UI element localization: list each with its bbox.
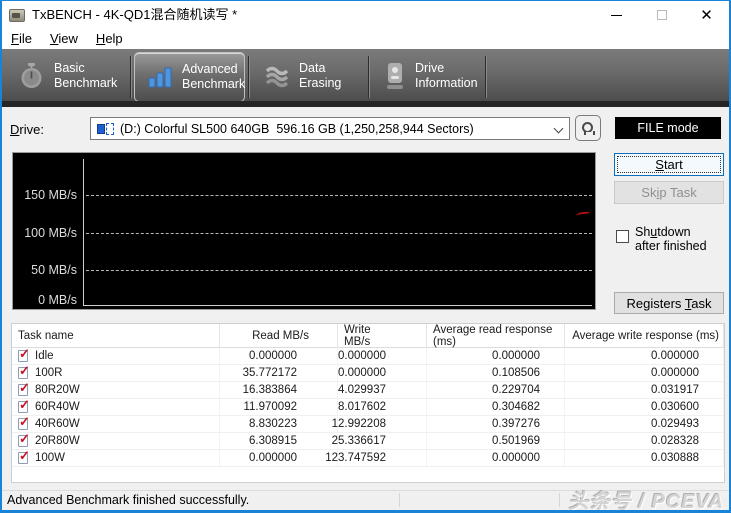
tab-drive-information[interactable]: DriveInformation (372, 53, 484, 99)
chart-trace-remnant (576, 211, 590, 217)
minimize-button[interactable] (594, 1, 639, 29)
tab-label: BasicBenchmark (54, 61, 117, 91)
col-header-write[interactable]: Write MB/s (338, 324, 427, 348)
bar-chart-icon (147, 64, 173, 90)
y-axis-label-100: 100 MB/s (13, 226, 77, 240)
close-button[interactable]: ✕ (684, 1, 729, 29)
tab-separator (485, 56, 486, 98)
task-check-icon: ✓ (18, 367, 30, 380)
registers-task-button[interactable]: Registers Task (614, 292, 724, 314)
tab-label: AdvancedBenchmark (182, 62, 245, 92)
maximize-button[interactable] (639, 1, 684, 29)
refresh-drives-button[interactable] (575, 115, 601, 141)
table-row-80r20w[interactable]: ✓80R20W 16.383864 4.029937 0.229704 0.03… (12, 382, 724, 399)
drive-select[interactable]: (D:) Colorful SL500 640GB 596.16 GB (1,2… (90, 117, 570, 140)
task-check-icon: ✓ (18, 350, 30, 363)
task-check-icon: ✓ (18, 384, 30, 397)
toolbar-tabs: BasicBenchmark AdvancedBenchmark (2, 49, 729, 107)
table-row-idle[interactable]: ✓Idle 0.000000 0.000000 0.000000 0.00000… (12, 348, 724, 365)
gridline-100 (86, 233, 592, 234)
tab-basic-benchmark[interactable]: BasicBenchmark (6, 53, 128, 99)
table-row-40r60w[interactable]: ✓40R60W 8.830223 12.992208 0.397276 0.02… (12, 416, 724, 433)
refresh-icon (582, 122, 595, 135)
y-axis-line (83, 159, 84, 306)
col-header-task-name[interactable]: Task name (12, 324, 220, 348)
table-row-60r40w[interactable]: ✓60R40W 11.970092 8.017602 0.304682 0.03… (12, 399, 724, 416)
tab-separator (248, 56, 249, 98)
shutdown-checkbox-label[interactable]: Shutdown after finished (635, 225, 707, 253)
y-axis-label-150: 150 MB/s (13, 188, 77, 202)
txbench-window: TxBENCH - 4K-QD1混合随机读写 * ✕ File View Hel… (0, 0, 731, 513)
menu-file[interactable]: File (2, 29, 41, 49)
y-axis-label-0: 0 MB/s (13, 293, 77, 307)
tab-separator (130, 56, 131, 98)
watermark: 头条号 / PCEVA (569, 485, 724, 513)
table-header-row: Task name Read MB/s Write MB/s Average r… (12, 324, 724, 348)
table-row-100w[interactable]: ✓100W 0.000000 123.747592 0.000000 0.030… (12, 450, 724, 467)
maximize-icon (657, 10, 667, 20)
task-check-icon: ✓ (18, 452, 30, 465)
drive-select-value: (D:) Colorful SL500 640GB 596.16 GB (1,2… (120, 122, 551, 136)
tabbar-bottom-strip (2, 101, 729, 107)
menu-view[interactable]: View (41, 29, 87, 49)
eraser-icon (264, 63, 290, 89)
tab-label: Data Erasing (299, 61, 365, 91)
chevron-down-icon (555, 125, 563, 133)
tab-data-erasing[interactable]: Data Erasing (252, 53, 365, 99)
partition-icon (97, 123, 114, 135)
col-header-avg-read[interactable]: Average read response (ms) (427, 324, 565, 348)
window-title: TxBENCH - 4K-QD1混合随机读写 * (32, 1, 237, 29)
menu-bar: File View Help (2, 29, 729, 49)
stopwatch-icon (18, 62, 45, 90)
tab-label: DriveInformation (415, 61, 478, 91)
shutdown-checkbox[interactable] (616, 230, 629, 243)
status-separator (399, 493, 400, 507)
minimize-icon (611, 15, 622, 16)
tab-separator (368, 56, 369, 98)
drive-icon (384, 62, 406, 90)
results-table: Task name Read MB/s Write MB/s Average r… (11, 323, 725, 483)
status-separator (559, 493, 560, 507)
file-mode-button[interactable]: FILE mode (615, 117, 721, 139)
x-axis-line (83, 305, 592, 306)
drive-label: Drive: (10, 122, 44, 137)
tab-advanced-benchmark[interactable]: AdvancedBenchmark (134, 52, 245, 102)
task-check-icon: ✓ (18, 401, 30, 414)
close-icon: ✕ (700, 8, 713, 23)
menu-help[interactable]: Help (87, 29, 132, 49)
y-axis-label-50: 50 MB/s (13, 263, 77, 277)
app-icon (9, 9, 25, 22)
col-header-avg-write[interactable]: Average write response (ms) (565, 324, 724, 348)
col-header-read[interactable]: Read MB/s (220, 324, 338, 348)
table-row-20r80w[interactable]: ✓20R80W 6.308915 25.336617 0.501969 0.02… (12, 433, 724, 450)
task-check-icon: ✓ (18, 435, 30, 448)
status-message: Advanced Benchmark finished successfully… (7, 493, 249, 507)
gridline-50 (86, 270, 592, 271)
table-row-100r[interactable]: ✓100R 35.772172 0.000000 0.108506 0.0000… (12, 365, 724, 382)
task-check-icon: ✓ (18, 418, 30, 431)
title-bar: TxBENCH - 4K-QD1混合随机读写 * ✕ (2, 1, 729, 29)
benchmark-chart: 150 MB/s 100 MB/s 50 MB/s 0 MB/s (12, 152, 596, 310)
start-button[interactable]: Start (614, 153, 724, 176)
skip-task-button[interactable]: Skip Task (614, 181, 724, 204)
gridline-150 (86, 195, 592, 196)
